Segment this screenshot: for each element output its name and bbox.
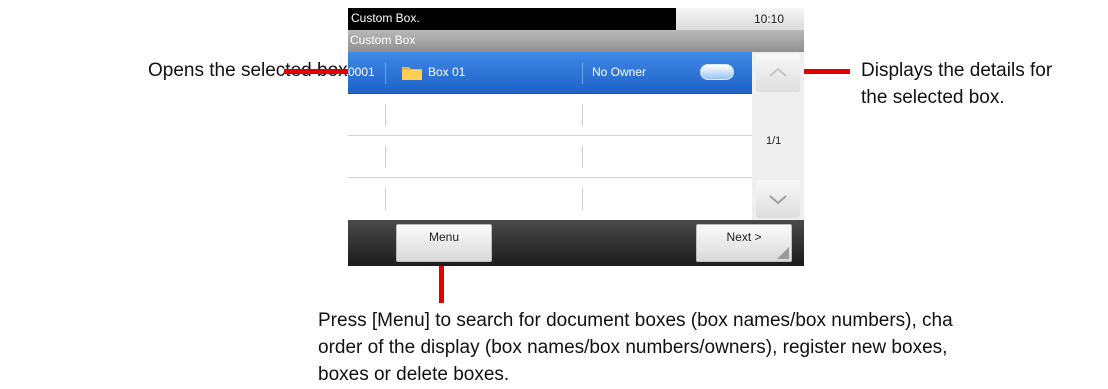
chevron-down-icon — [769, 195, 787, 205]
scroll-up-button[interactable] — [756, 54, 800, 92]
row-divider — [582, 104, 583, 126]
box-number: 0001 — [348, 65, 375, 79]
sub-header: Custom Box — [348, 30, 804, 52]
box-owner: No Owner — [592, 65, 647, 79]
row-divider — [385, 146, 386, 168]
box-row-empty[interactable] — [348, 94, 752, 136]
box-row-selected[interactable]: 0001 Box 01 No Owner — [348, 52, 752, 94]
box-name: Box 01 — [428, 65, 466, 79]
menu-button[interactable]: Menu — [396, 224, 492, 262]
corner-grip-icon — [777, 247, 789, 259]
row-divider — [582, 146, 583, 168]
details-button[interactable] — [700, 64, 734, 80]
callout-line-left — [284, 69, 352, 74]
row-divider — [385, 188, 386, 210]
scroll-down-button[interactable] — [756, 180, 800, 218]
custom-box-screen: Custom Box. 10:10 Custom Box 0001 Box 01… — [348, 8, 804, 266]
box-list: 0001 Box 01 No Owner — [348, 52, 752, 220]
chevron-up-icon — [769, 67, 787, 77]
row-divider — [582, 62, 583, 84]
box-row-empty[interactable] — [348, 136, 752, 178]
page-indicator: 1/1 — [766, 135, 782, 147]
callout-menu-line3: boxes or delete boxes. — [318, 364, 510, 385]
bottom-bar: Menu Next > — [348, 220, 804, 266]
title-bar: Custom Box. 10:10 — [348, 8, 804, 30]
box-row-empty[interactable] — [348, 178, 752, 220]
scroll-column: 1/1 — [752, 52, 804, 220]
folder-icon — [402, 67, 422, 80]
row-divider — [385, 62, 386, 84]
row-divider — [582, 188, 583, 210]
next-button-label: Next > — [726, 230, 762, 244]
clock: 10:10 — [753, 12, 784, 26]
callout-menu-line1: Press [Menu] to search for document boxe… — [318, 310, 953, 331]
screen-subtitle: Custom Box — [350, 33, 416, 47]
row-divider — [385, 104, 386, 126]
menu-button-label: Menu — [428, 230, 460, 244]
callout-details-line1: Displays the details for — [861, 60, 1053, 81]
screen-title: Custom Box. — [351, 11, 420, 25]
status-area: 10:10 — [676, 8, 804, 30]
callout-details-line2: the selected box. — [861, 87, 1005, 108]
next-button[interactable]: Next > — [696, 224, 792, 262]
callout-menu-line2: order of the display (box names/box numb… — [318, 337, 948, 358]
